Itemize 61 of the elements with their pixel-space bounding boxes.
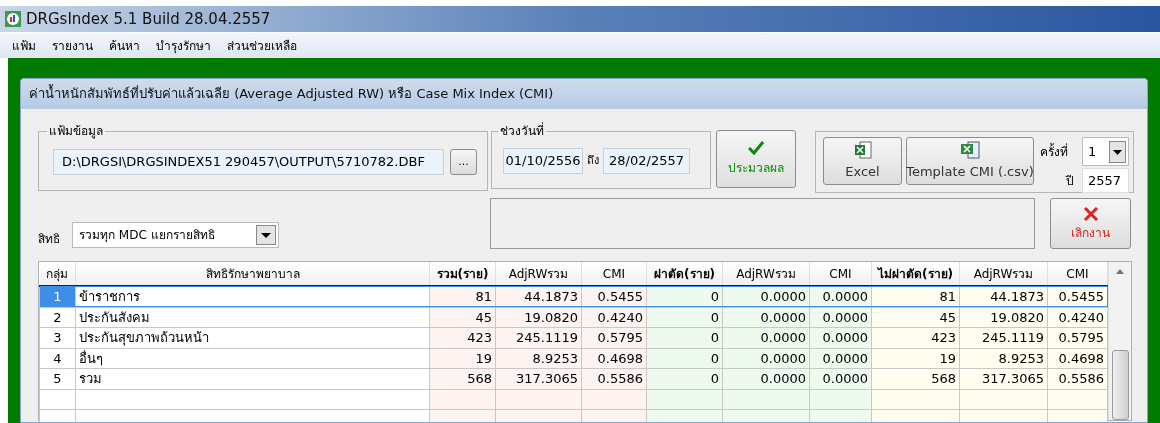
date-separator: ถึง (587, 152, 599, 169)
spreadsheet-icon (960, 140, 980, 159)
dialog-title: ค่าน้ำหนักสัมพัทธ์ที่ปรับค่าแล้วเฉลีย (Average Adjusted RW) หรือ Case Mix Index (CMI) (29, 84, 554, 104)
round-select[interactable]: 1 (1082, 137, 1129, 166)
table-cell: 0.5455 (1047, 286, 1108, 307)
process-button[interactable]: ประมวลผล (716, 130, 796, 188)
table-cell: 0.5455 (581, 286, 647, 307)
excel-button[interactable]: Excel (823, 137, 902, 185)
table-cell: 2 (39, 307, 76, 328)
table-cell: ประกันสังคม (75, 307, 430, 328)
menu-item[interactable]: ค้นหา (109, 36, 140, 55)
close-icon (1082, 205, 1099, 222)
group-label: แฟ้มข้อมูล (47, 122, 105, 140)
scrollbar-thumb[interactable] (1111, 350, 1129, 420)
column-header[interactable]: CMI (581, 262, 647, 286)
table-cell: 5 (39, 368, 76, 389)
column-header[interactable]: CMI (809, 262, 872, 286)
menu-item[interactable]: แฟ้ม (12, 36, 36, 55)
column-header[interactable]: AdjRWรวม (495, 262, 582, 286)
spreadsheet-icon (853, 140, 872, 159)
column-header[interactable]: ผ่าตัด(ราย) (646, 262, 723, 286)
template-button[interactable]: Template CMI (.csv) (906, 137, 1034, 185)
table-cell: 3 (39, 327, 76, 348)
table-cell: 4 (39, 348, 76, 369)
column-header[interactable]: ไม่ผ่าตัด(ราย) (871, 262, 960, 286)
year-label: ปี (1064, 172, 1075, 190)
table-cell: 1 (39, 286, 76, 307)
year-field[interactable]: 2557 (1082, 168, 1129, 193)
scheme-label: สิทธิ (38, 231, 61, 248)
table-cell: 81 (429, 286, 496, 307)
table-cell: 0.0000 (722, 286, 810, 307)
column-header[interactable]: CMI (1047, 262, 1108, 286)
column-header[interactable]: สิทธิรักษาพยาบาล (75, 262, 430, 286)
scheme-select[interactable]: รวมทุก MDC แยกรายสิทธิ (72, 222, 279, 248)
file-path-field[interactable]: D:\DRGSI\DRGSINDEX51 290457\OUTPUT\5710782.DBF (53, 149, 444, 175)
menu-item[interactable]: รายงาน (52, 36, 93, 55)
date-field[interactable]: 28/02/2557 (603, 148, 690, 174)
table-cell: รวม (75, 368, 430, 389)
table-cell: ประกันสุขภาพถ้วนหน้า (75, 327, 430, 348)
table-cell: 44.1873 (959, 286, 1048, 307)
table-cell: 0.0000 (809, 286, 872, 307)
menu-item[interactable]: บำรุงรักษา (156, 36, 211, 55)
check-icon (748, 141, 764, 155)
table-cell: 44.1873 (495, 286, 582, 307)
date-field[interactable]: 01/10/2556 (503, 148, 583, 174)
table-cell: 0 (646, 286, 723, 307)
column-header[interactable]: AdjRWรวม (959, 262, 1048, 286)
browse-button[interactable]: ... (450, 149, 477, 175)
scroll-up-icon[interactable] (1115, 269, 1125, 275)
table-cell: อื่นๆ (75, 348, 430, 369)
app-icon (4, 10, 22, 28)
column-header[interactable]: รวม(ราย) (429, 262, 496, 286)
menu-item[interactable]: ส่วนช่วยเหลือ (227, 36, 297, 55)
column-header[interactable]: กลุ่ม (39, 262, 76, 286)
scrollbar[interactable] (1108, 262, 1131, 420)
table-cell: 81 (871, 286, 960, 307)
round-label: ครั้งที่ (1040, 142, 1069, 161)
column-header[interactable]: AdjRWรวม (722, 262, 810, 286)
table-cell: ข้าราชการ (75, 286, 430, 307)
cancel-button[interactable]: เลิกงาน (1050, 198, 1131, 249)
window-title: DRGsIndex 5.1 Build 28.04.2557 (26, 8, 271, 30)
